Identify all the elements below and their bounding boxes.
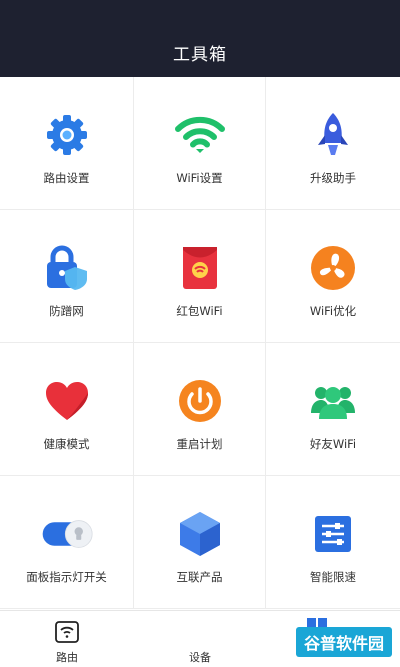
cube-icon xyxy=(174,508,226,560)
tool-reboot-schedule[interactable]: 重启计划 xyxy=(134,343,266,476)
lock-shield-icon xyxy=(41,242,93,294)
tool-connected-products[interactable]: 互联产品 xyxy=(134,476,266,609)
wifi-icon xyxy=(174,109,226,161)
tool-label: 面板指示灯开关 xyxy=(26,570,107,584)
tool-label: 互联产品 xyxy=(176,570,223,584)
red-envelope-icon xyxy=(174,242,226,294)
power-icon xyxy=(174,375,226,427)
tool-upgrade-assistant[interactable]: 升级助手 xyxy=(266,77,400,210)
bottom-tab-bar: 路由 设备 谷普软件园 xyxy=(0,610,400,667)
tool-red-envelope-wifi[interactable]: 红包WiFi xyxy=(134,210,266,343)
tab-label: 路由 xyxy=(56,651,78,664)
tool-label: 升级助手 xyxy=(310,171,356,185)
tool-health-mode[interactable]: 健康模式 xyxy=(0,343,134,476)
tool-friend-wifi[interactable]: 好友WiFi xyxy=(266,343,400,476)
tool-anti-leech[interactable]: 防蹭网 xyxy=(0,210,134,343)
tool-grid: 路由设置 WiFi设置 升级助手 防蹭网 红包WiFi WiFi优化 健康模式 … xyxy=(0,77,400,609)
speed-limit-icon xyxy=(307,508,359,560)
tool-label: WiFi优化 xyxy=(309,304,357,318)
tool-label: 好友WiFi xyxy=(309,437,357,451)
tool-router-settings[interactable]: 路由设置 xyxy=(0,77,134,210)
tool-panel-light-switch[interactable]: 面板指示灯开关 xyxy=(0,476,134,609)
tool-wifi-settings[interactable]: WiFi设置 xyxy=(134,77,266,210)
fan-icon xyxy=(307,242,359,294)
router-icon xyxy=(55,621,79,647)
heart-icon xyxy=(41,375,93,427)
friends-icon xyxy=(307,375,359,427)
tool-label: 防蹭网 xyxy=(49,304,84,318)
tool-label: 路由设置 xyxy=(43,171,90,185)
app-header: 工具箱 xyxy=(0,0,400,77)
tool-label: 重启计划 xyxy=(176,437,223,451)
gear-icon xyxy=(41,109,93,161)
page-title: 工具箱 xyxy=(173,45,227,65)
toggle-bulb-icon xyxy=(41,508,93,560)
tab-label: 设备 xyxy=(189,651,211,664)
tool-smart-speed-limit[interactable]: 智能限速 xyxy=(266,476,400,609)
tool-label: WiFi设置 xyxy=(176,171,223,185)
tool-wifi-optimize[interactable]: WiFi优化 xyxy=(266,210,400,343)
tab-router[interactable]: 路由 xyxy=(0,611,134,667)
tool-label: 智能限速 xyxy=(310,570,356,584)
watermark-logo: 谷普软件园 xyxy=(295,627,392,657)
rocket-icon xyxy=(307,109,359,161)
tab-devices[interactable]: 设备 xyxy=(133,611,267,667)
tool-label: 红包WiFi xyxy=(176,304,223,318)
tool-label: 健康模式 xyxy=(43,437,90,451)
